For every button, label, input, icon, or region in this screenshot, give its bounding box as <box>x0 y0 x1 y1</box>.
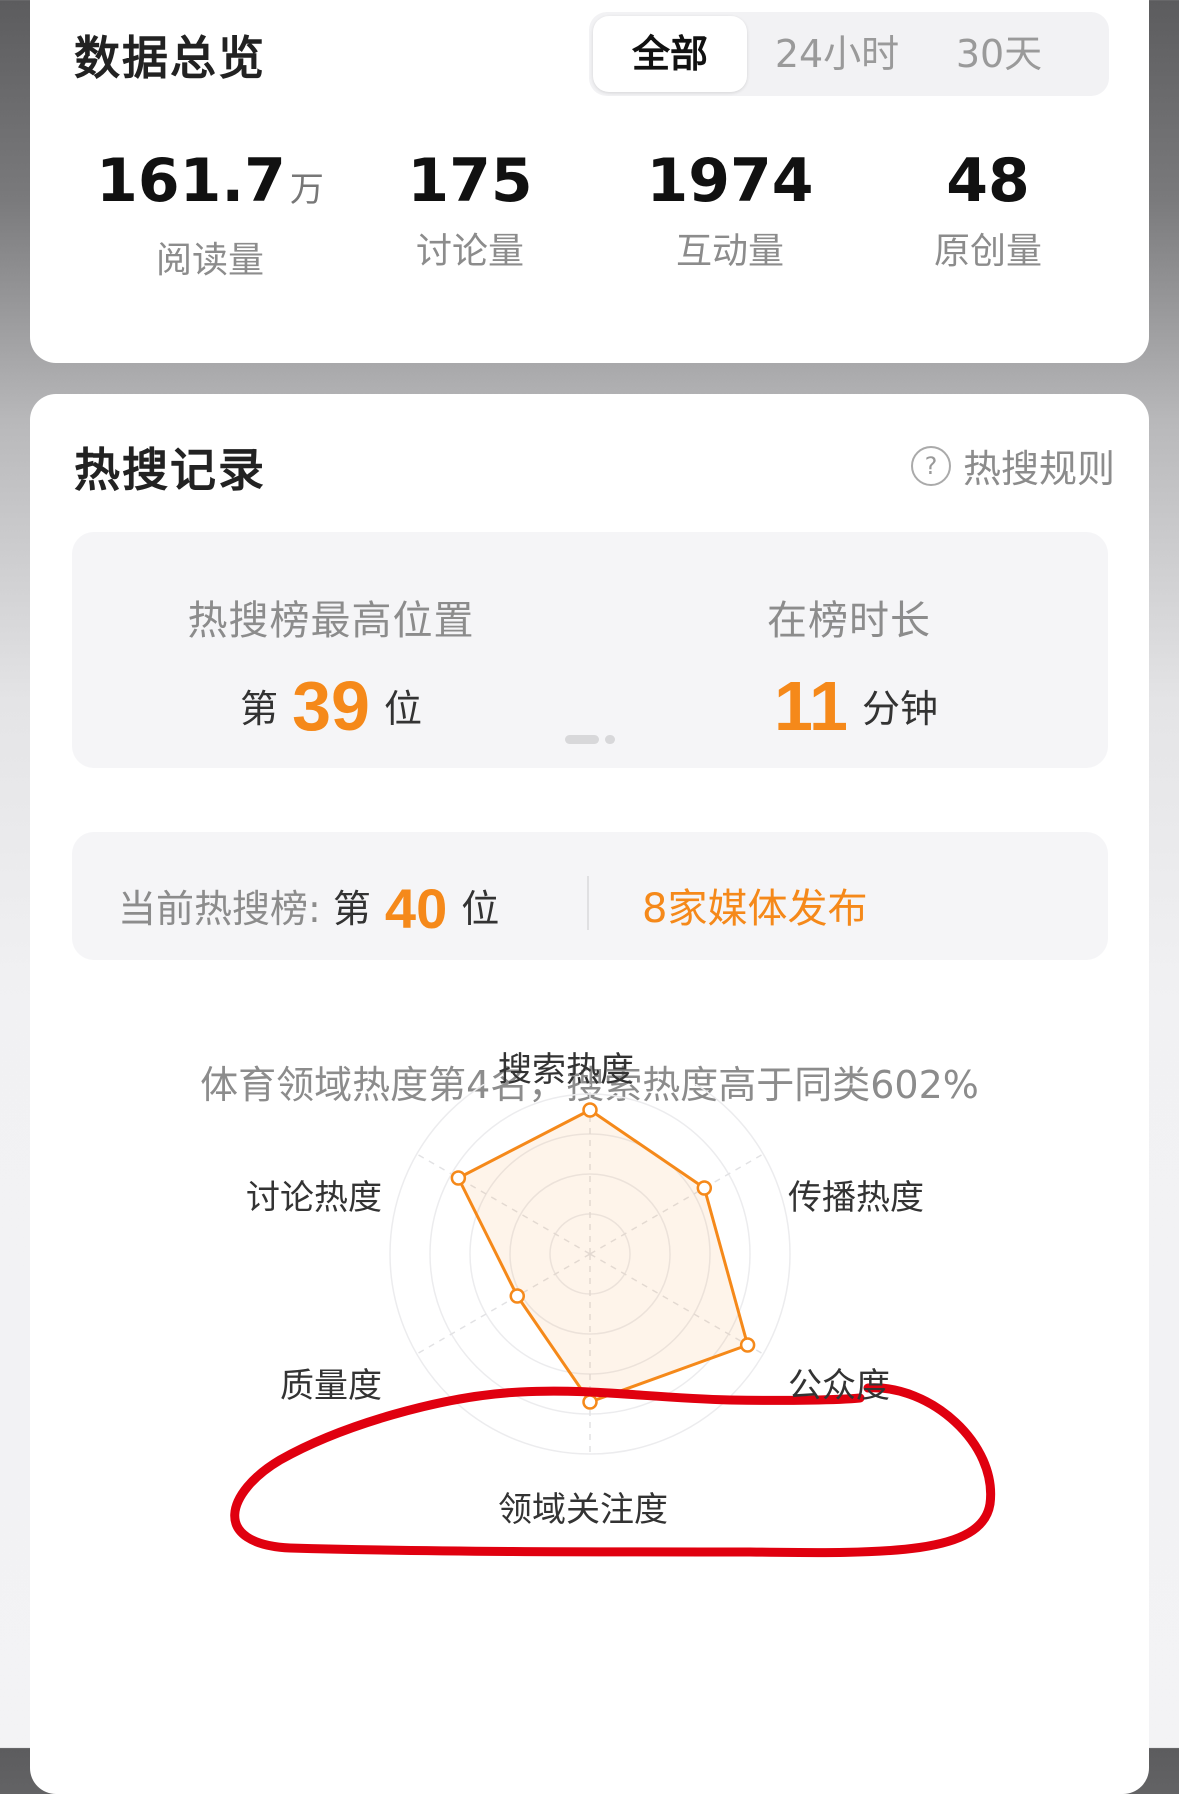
tab-30d[interactable]: 30天 <box>919 12 1079 96</box>
hot-search-rules-link[interactable]: ? 热搜规则 <box>910 438 1115 493</box>
stat-reads-label: 阅读量 <box>155 240 264 281</box>
pager-dots <box>562 729 618 748</box>
radar-value-point <box>696 1180 713 1196</box>
on-list-duration: 在榜时长 11 分钟 <box>590 532 1108 746</box>
stat-interactions: 1974 互动量 <box>610 146 850 274</box>
stat-originals-label: 原创量 <box>933 231 1042 272</box>
data-overview-card: 数据总览 全部 24小时 30天 161.7 万 阅读量 175 讨论量 1974… <box>30 0 1149 363</box>
hot-search-rules-label: 热搜规则 <box>962 447 1115 491</box>
current-rank: 当前热搜榜: 第 40 位 <box>118 876 499 941</box>
duration-label: 在榜时长 <box>767 598 931 644</box>
heat-radar-chart <box>230 1084 996 1558</box>
pager-dot <box>605 735 615 744</box>
help-icon: ? <box>910 445 951 486</box>
duration-unit: 分钟 <box>861 687 938 731</box>
stat-reads-value: 161.7 <box>96 146 286 216</box>
current-rank-prefix: 第 <box>332 887 371 931</box>
radar-label-public-degree: 公众度 <box>788 1366 890 1406</box>
peak-value: 39 <box>292 667 370 745</box>
tab-24h[interactable]: 24小时 <box>757 12 917 96</box>
tab-all[interactable]: 全部 <box>593 16 747 92</box>
radar-value-point <box>450 1170 467 1186</box>
hot-search-title: 热搜记录 <box>74 443 266 497</box>
radar-value-point <box>509 1288 526 1304</box>
duration-value: 11 <box>773 667 848 745</box>
peak-position-label: 热搜榜最高位置 <box>187 598 475 644</box>
peak-suffix: 位 <box>383 687 422 731</box>
radar-value-point <box>582 1102 598 1118</box>
current-rank-value: 40 <box>384 877 448 940</box>
stat-discussions: 175 讨论量 <box>350 146 590 274</box>
media-publish-link[interactable]: 8家媒体发布 <box>642 876 867 934</box>
radar-value-point <box>739 1337 756 1353</box>
radar-label-spread-heat: 传播热度 <box>788 1178 924 1218</box>
radar-value-point <box>582 1394 598 1410</box>
radar-label-domain-attention: 领域关注度 <box>498 1490 668 1530</box>
stat-originals-value: 48 <box>946 146 1030 216</box>
pager-dot-active <box>565 735 599 744</box>
stat-interactions-label: 互动量 <box>675 231 784 272</box>
stat-reads-unit: 万 <box>289 170 324 210</box>
radar-label-search-heat: 搜索热度 <box>498 1050 634 1090</box>
overview-title: 数据总览 <box>74 31 266 85</box>
stat-discussions-value: 175 <box>407 146 533 216</box>
radar-value-area <box>456 1108 750 1404</box>
radar-label-quality: 质量度 <box>280 1366 382 1406</box>
time-range-tabs: 全部 24小时 30天 <box>589 12 1109 96</box>
stat-originals: 48 原创量 <box>868 146 1108 274</box>
radar-label-discussion-heat: 讨论热度 <box>246 1178 382 1218</box>
divider <box>587 876 589 930</box>
current-rank-label: 当前热搜榜: <box>118 887 321 931</box>
current-rank-suffix: 位 <box>461 887 500 931</box>
stat-reads: 161.7 万 阅读量 <box>90 146 330 283</box>
stat-discussions-label: 讨论量 <box>415 231 524 272</box>
hot-search-card: 热搜记录 ? 热搜规则 热搜榜最高位置 第 39 位 在榜时长 11 分钟 当前热搜榜… <box>30 394 1149 1794</box>
peak-prefix: 第 <box>240 687 279 731</box>
current-rank-panel: 当前热搜榜: 第 40 位 8家媒体发布 <box>72 832 1108 960</box>
stat-interactions-value: 1974 <box>646 146 814 216</box>
peak-position: 热搜榜最高位置 第 39 位 <box>72 532 590 746</box>
